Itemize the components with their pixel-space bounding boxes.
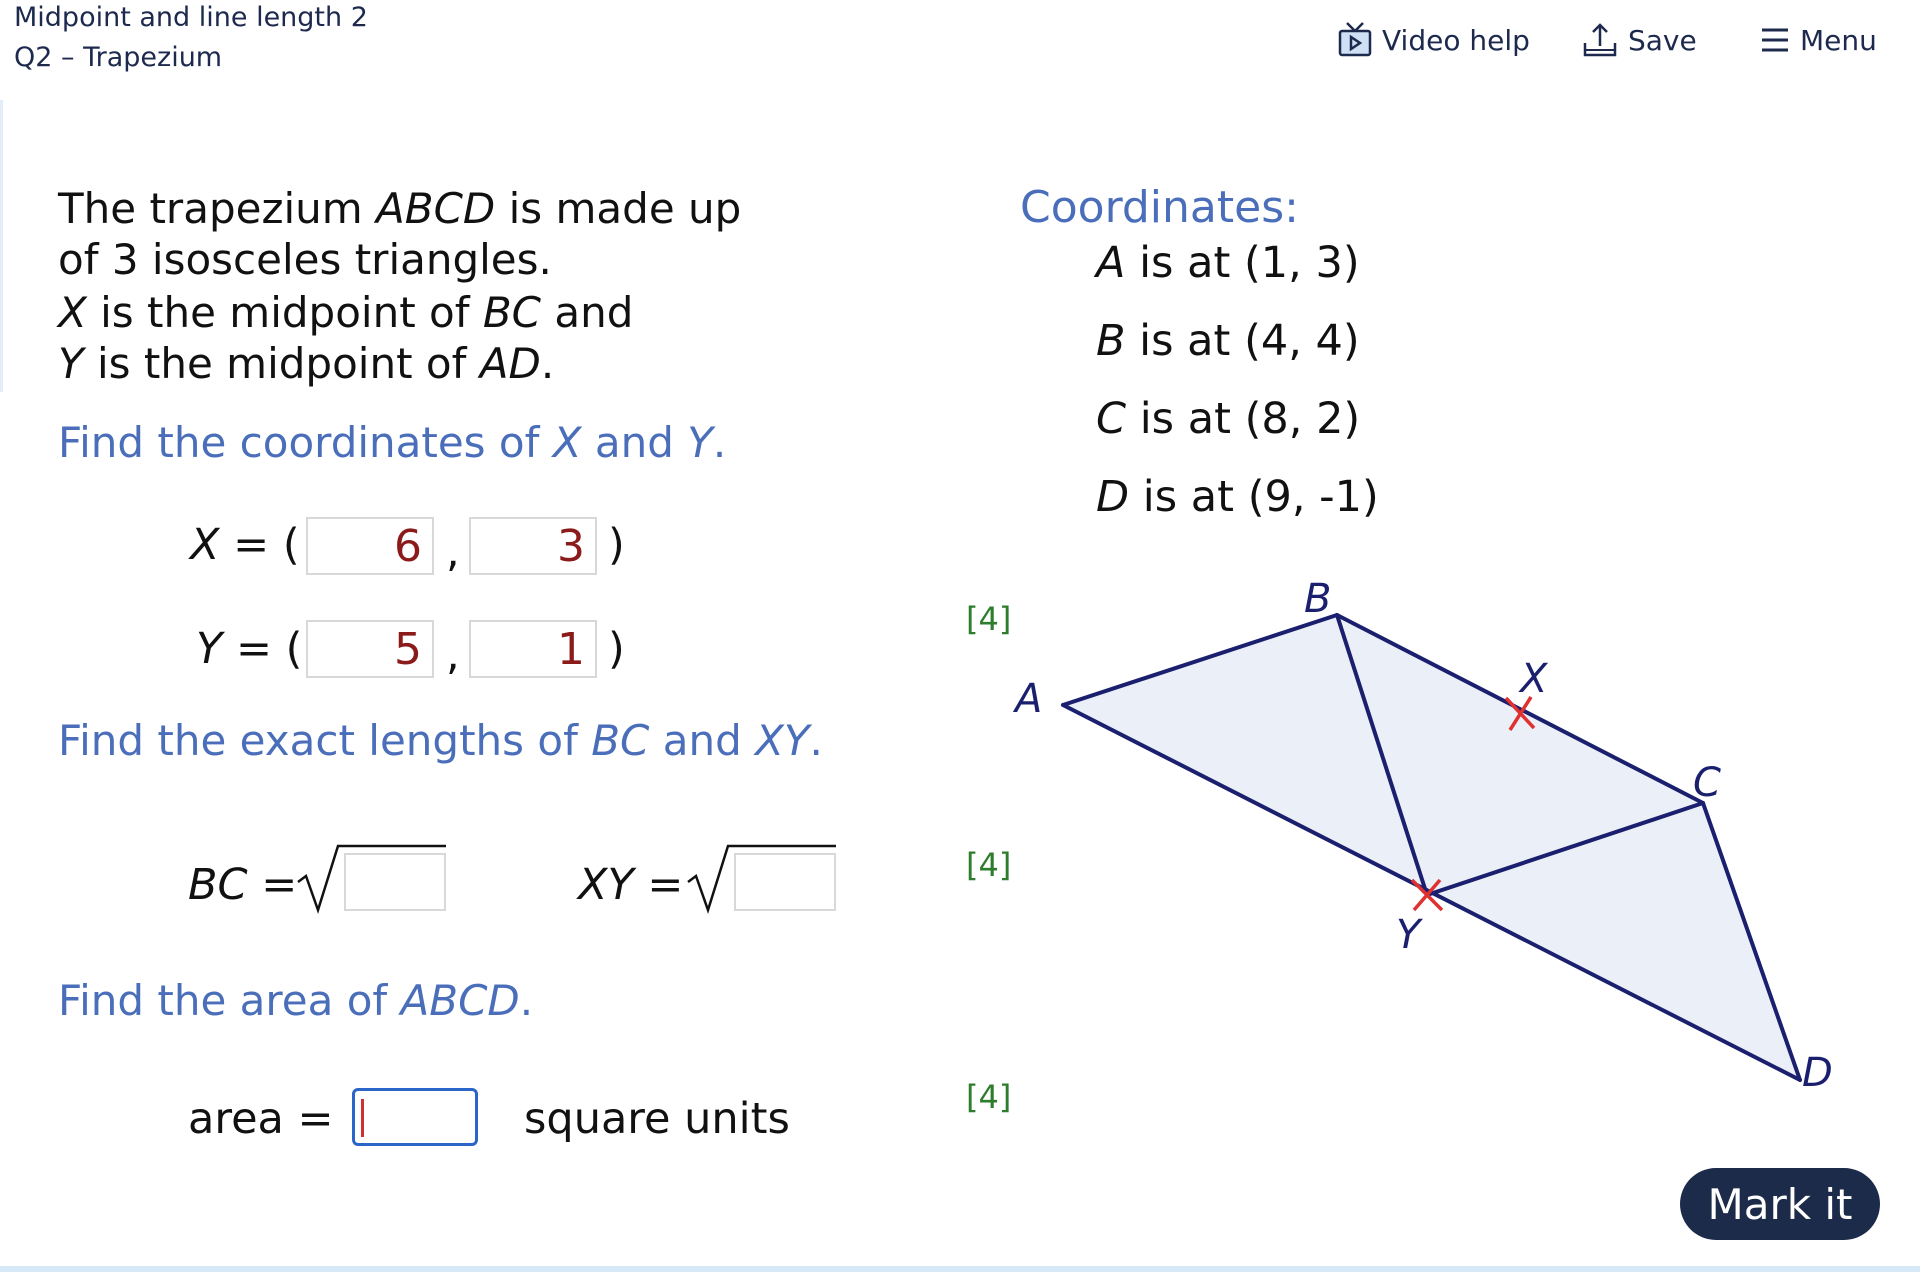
coordinate-b: B is at (4, 4) bbox=[1096, 316, 1360, 366]
part1-prompt: Find the coordinates of X and Y. bbox=[58, 418, 727, 467]
x-comma: , bbox=[446, 527, 460, 577]
bc-label: BC = bbox=[188, 860, 298, 910]
lesson-title: Midpoint and line length 2 bbox=[14, 2, 368, 33]
menu-label: Menu bbox=[1800, 23, 1877, 57]
midpoint-label-x: X bbox=[1518, 656, 1549, 702]
question-subtitle: Q2 – Trapezium bbox=[14, 42, 223, 73]
left-edge-bar bbox=[0, 100, 3, 392]
x-close-paren: ) bbox=[608, 520, 625, 570]
video-help-button[interactable]: Video help bbox=[1338, 18, 1530, 62]
area-input[interactable] bbox=[352, 1088, 478, 1146]
question-line-4: Y is the midpoint of AD. bbox=[58, 339, 555, 388]
x-coordinate-1-input[interactable]: 6 bbox=[306, 517, 434, 575]
upload-icon bbox=[1583, 23, 1617, 57]
bottom-border bbox=[0, 1266, 1920, 1272]
video-help-label: Video help bbox=[1382, 23, 1530, 57]
area-units: square units bbox=[524, 1094, 790, 1144]
vertex-label-c: C bbox=[1693, 760, 1721, 806]
y-comma: , bbox=[446, 630, 460, 680]
vertex-label-b: B bbox=[1304, 576, 1331, 622]
save-label: Save bbox=[1628, 23, 1697, 57]
x-equation-label: X = ( bbox=[190, 520, 300, 570]
tv-icon bbox=[1338, 22, 1372, 57]
y-coordinate-1-input[interactable]: 5 bbox=[306, 620, 434, 678]
part3-marks: [4] bbox=[966, 1078, 1012, 1116]
coordinate-a: A is at (1, 3) bbox=[1096, 238, 1360, 288]
midpoint-label-y: Y bbox=[1396, 912, 1424, 958]
trapezium-fill bbox=[1063, 615, 1800, 1080]
y-close-paren: ) bbox=[608, 624, 625, 674]
area-label: area = bbox=[188, 1094, 334, 1144]
save-button[interactable]: Save bbox=[1582, 18, 1697, 62]
y-coordinate-2-input[interactable]: 1 bbox=[469, 620, 597, 678]
trapezium-edges bbox=[1061, 613, 1802, 1082]
midpoint-markers bbox=[1410, 696, 1536, 912]
text-cursor bbox=[361, 1099, 364, 1137]
question-line-1: The trapezium ABCD is made up bbox=[58, 184, 742, 233]
part2-prompt: Find the exact lengths of BC and XY. bbox=[58, 716, 823, 765]
part3-prompt: Find the area of ABCD. bbox=[58, 976, 534, 1025]
coordinate-c: C is at (8, 2) bbox=[1096, 394, 1361, 444]
x-coordinate-2-input[interactable]: 3 bbox=[469, 517, 597, 575]
xy-length-input[interactable] bbox=[734, 853, 836, 911]
mark-it-button[interactable]: Mark it bbox=[1680, 1168, 1880, 1240]
menu-button[interactable]: Menu bbox=[1760, 18, 1877, 62]
coordinates-heading: Coordinates: bbox=[1020, 182, 1299, 233]
hamburger-icon bbox=[1762, 28, 1788, 52]
xy-label: XY = bbox=[578, 860, 684, 910]
y-equation-label: Y = ( bbox=[196, 624, 303, 674]
question-page: Midpoint and line length 2 Q2 – Trapeziu… bbox=[0, 0, 1920, 1272]
question-line-2: of 3 isosceles triangles. bbox=[58, 235, 552, 284]
part2-marks: [4] bbox=[966, 846, 1012, 884]
question-line-3: X is the midpoint of BC and bbox=[58, 288, 634, 337]
vertex-label-a: A bbox=[1012, 676, 1042, 722]
vertex-label-d: D bbox=[1802, 1050, 1833, 1096]
part1-marks: [4] bbox=[966, 600, 1012, 638]
bc-length-input[interactable] bbox=[344, 853, 446, 911]
coordinate-d: D is at (9, -1) bbox=[1096, 472, 1379, 522]
